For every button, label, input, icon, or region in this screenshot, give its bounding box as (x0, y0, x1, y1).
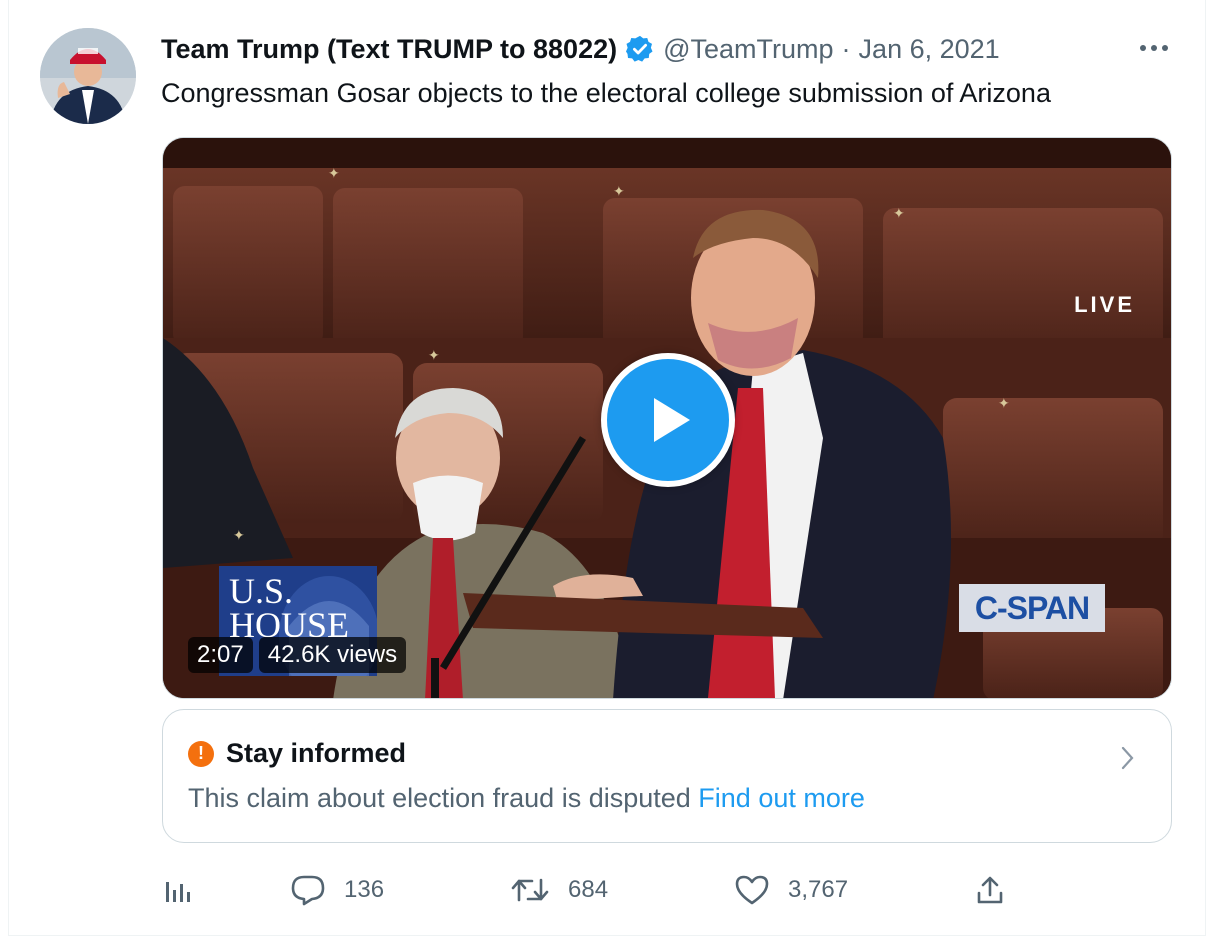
reply-icon (291, 875, 325, 906)
reply-button[interactable]: 136 (290, 866, 384, 914)
reply-count: 136 (344, 876, 385, 903)
notice-text: This claim about election fraud is dispu… (188, 783, 691, 813)
svg-text:✦: ✦ (233, 528, 245, 544)
tweet-text: Congressman Gosar objects to the elector… (161, 78, 1051, 108)
video-views: 42.6K views (258, 637, 407, 673)
like-button[interactable]: 3,767 (734, 866, 848, 914)
notice-body: This claim about election fraud is dispu… (188, 783, 865, 814)
svg-text:✦: ✦ (998, 396, 1010, 412)
chevron-right-icon (1121, 746, 1134, 770)
svg-text:✦: ✦ (613, 184, 625, 200)
us-house-text: U.S. HOUSE (229, 571, 350, 645)
avatar[interactable] (40, 28, 136, 124)
play-icon (654, 398, 690, 442)
tweet-actions: 136 684 3,767 (162, 866, 1172, 914)
video-duration: 2:07 (188, 637, 253, 673)
live-label: LIVE (1074, 292, 1135, 317)
svg-text:✦: ✦ (428, 348, 440, 364)
play-button[interactable] (601, 353, 735, 487)
share-button[interactable] (974, 866, 1006, 914)
retweet-button[interactable]: 684 (510, 866, 608, 914)
svg-text:✦: ✦ (893, 206, 905, 222)
notice-title: Stay informed (226, 738, 407, 768)
share-icon (977, 876, 1003, 904)
video-badges: 2:07 42.6K views (188, 637, 407, 673)
more-options-icon[interactable] (1132, 30, 1176, 66)
heart-icon (735, 875, 769, 905)
tweet-date[interactable]: Jan 6, 2021 (859, 34, 1000, 65)
author-name[interactable]: Team Trump (Text TRUMP to 88022) (161, 34, 617, 65)
retweet-icon (511, 878, 549, 902)
like-count: 3,767 (788, 876, 849, 903)
video-player[interactable]: ✦ ✦ ✦ ✦ ✦ ✦ LIVE U.S. HOUSE C-SPAN 2:07 … (162, 137, 1172, 699)
tweet-header: Team Trump (Text TRUMP to 88022) @TeamTr… (161, 30, 1000, 68)
cspan-logo: C-SPAN (959, 584, 1105, 632)
svg-text:✦: ✦ (328, 166, 340, 182)
stay-informed-notice[interactable]: ! Stay informed This claim about electio… (162, 709, 1172, 843)
bar-chart-icon (166, 882, 190, 902)
verified-badge-icon (625, 34, 655, 64)
meta-separator: · (841, 33, 851, 64)
analytics-button[interactable] (162, 866, 194, 914)
warning-icon: ! (188, 740, 214, 767)
retweet-count: 684 (568, 876, 609, 903)
find-out-more-link[interactable]: Find out more (698, 783, 865, 813)
author-handle[interactable]: @TeamTrump (663, 34, 833, 65)
